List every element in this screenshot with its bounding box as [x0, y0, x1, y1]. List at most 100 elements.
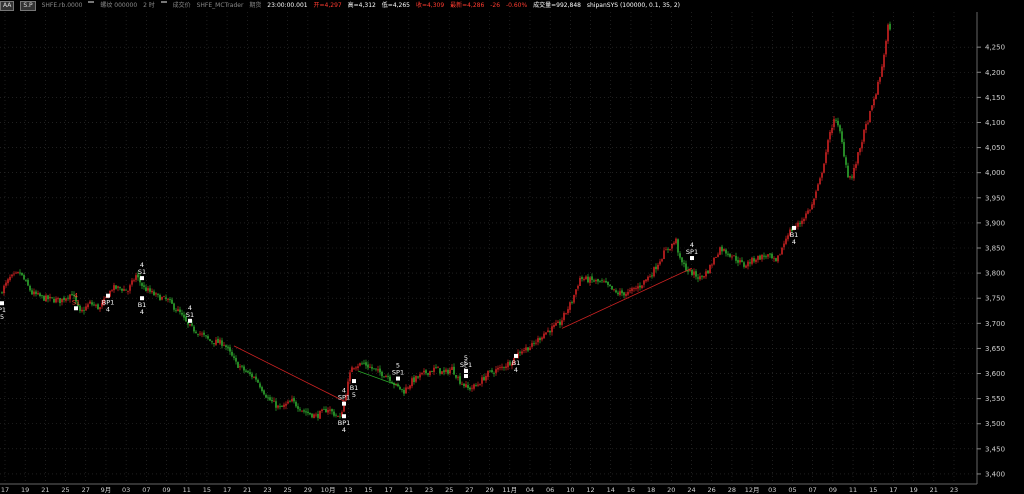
candle-body: [175, 310, 177, 312]
x-tick-label: 14: [607, 486, 615, 494]
candle-body: [151, 290, 153, 293]
candle-body: [543, 333, 545, 339]
candle-body: [193, 326, 195, 332]
signal-dot: [342, 414, 346, 419]
candle-body: [553, 324, 555, 327]
y-tick-label: 3,550: [985, 395, 1005, 403]
candlestick-chart[interactable]: P154S1BP144S1B144S14SP1BP14B155SP15SP1SS…: [0, 0, 1024, 494]
candle-body: [581, 277, 583, 279]
candle-body: [235, 358, 237, 362]
candle-body: [379, 368, 381, 373]
y-tick-label: 3,750: [985, 295, 1005, 303]
candle-body: [731, 256, 733, 258]
candle-body: [405, 387, 407, 394]
candle-body: [571, 301, 573, 303]
x-tick-label: 21: [405, 486, 413, 494]
candle-body: [283, 404, 285, 407]
candle-body: [869, 110, 871, 123]
candle-body: [359, 363, 361, 366]
signal-dot: [464, 374, 468, 379]
candle-body: [427, 373, 429, 375]
candle-body: [551, 326, 553, 333]
candle-body: [369, 366, 371, 368]
candle-body: [785, 238, 787, 244]
signal-dot: [140, 296, 144, 301]
signal-label: 5: [0, 313, 4, 321]
y-tick-label: 3,900: [985, 219, 1005, 227]
candle-body: [623, 292, 625, 296]
candle-body: [149, 288, 151, 292]
candle-body: [585, 276, 587, 280]
candle-body: [479, 384, 481, 386]
candle-body: [339, 416, 341, 418]
candle-body: [251, 373, 253, 378]
candle-body: [607, 281, 609, 285]
candle-body: [493, 372, 495, 374]
candle-body: [111, 289, 113, 291]
candle-body: [171, 299, 173, 304]
candle-body: [279, 406, 281, 408]
candle-body: [413, 377, 415, 383]
candle-body: [271, 399, 273, 402]
candle-body: [83, 310, 85, 312]
candle-body: [387, 376, 389, 377]
candle-body: [263, 390, 265, 395]
candle-body: [669, 248, 671, 251]
candle-body: [237, 362, 239, 368]
candle-body: [613, 289, 615, 291]
candle-body: [535, 342, 537, 344]
candle-body: [67, 297, 69, 299]
candle-body: [565, 312, 567, 314]
candle-body: [353, 367, 355, 369]
candle-body: [499, 367, 501, 368]
candle-body: [667, 248, 669, 250]
candle-body: [537, 338, 539, 343]
candle-body: [831, 128, 833, 133]
y-tick-label: 3,950: [985, 194, 1005, 202]
candle-body: [631, 288, 633, 291]
candle-body: [609, 284, 611, 287]
candle-body: [313, 414, 315, 418]
candle-body: [217, 338, 219, 343]
signal-marker: BP14: [102, 293, 114, 314]
candle-body: [541, 337, 543, 340]
candle-body: [191, 323, 193, 326]
candle-body: [747, 261, 749, 267]
x-tick-label: 17: [223, 486, 231, 494]
candle-body: [695, 271, 697, 277]
candle-body: [769, 253, 771, 255]
x-tick-label: 12月: [745, 486, 760, 494]
candle-body: [223, 344, 225, 346]
signal-dot: [690, 256, 694, 261]
candle-body: [853, 168, 855, 179]
candle-body: [131, 280, 133, 285]
candle-body: [87, 304, 89, 308]
candle-body: [705, 271, 707, 277]
candles: [1, 21, 891, 421]
candle-body: [161, 297, 163, 300]
candle-body: [813, 198, 815, 205]
candle-body: [333, 411, 335, 416]
candle-body: [209, 339, 211, 341]
candle-body: [743, 262, 745, 267]
candle-body: [365, 362, 367, 366]
x-tick-label: 15: [869, 486, 877, 494]
signal-dot: [74, 306, 78, 311]
candle-body: [261, 387, 263, 392]
candle-body: [641, 285, 643, 288]
signal-label: 4: [106, 306, 110, 314]
candle-body: [27, 279, 29, 286]
candle-body: [431, 371, 433, 373]
candle-body: [497, 367, 499, 370]
candle-body: [165, 297, 167, 300]
candle-body: [729, 254, 731, 257]
candle-body: [449, 369, 451, 374]
candle-body: [11, 274, 13, 277]
candle-body: [265, 394, 267, 398]
candle-body: [815, 191, 817, 198]
candle-body: [675, 238, 677, 244]
candle-body: [291, 398, 293, 402]
candle-body: [277, 405, 279, 408]
x-tick-label: 17: [1, 486, 9, 494]
candle-body: [9, 276, 11, 281]
